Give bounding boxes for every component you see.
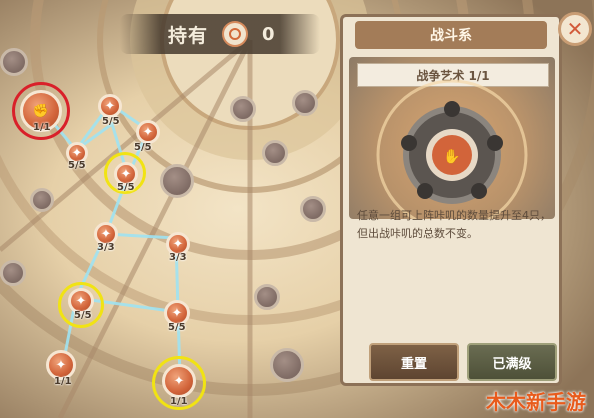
watermark-text: 木木新手游 bbox=[486, 389, 586, 414]
node-level: 5/5 bbox=[168, 322, 186, 333]
node-icon: ✦ bbox=[171, 305, 183, 321]
locked-node[interactable] bbox=[270, 348, 304, 382]
maxed-level-button[interactable]: 已满级 bbox=[467, 343, 557, 381]
svg-text:✋: ✋ bbox=[443, 148, 460, 165]
holding-count: 0 bbox=[262, 23, 275, 45]
node-level: 3/3 bbox=[169, 252, 187, 263]
skill-illustration: 战争艺术 1/1 ✋ bbox=[349, 57, 555, 219]
node-level: 5/5 bbox=[117, 182, 135, 193]
locked-node[interactable] bbox=[0, 260, 26, 286]
locked-node[interactable] bbox=[262, 140, 288, 166]
reset-button[interactable]: 重置 bbox=[369, 343, 459, 381]
node-icon: ✦ bbox=[104, 98, 116, 114]
skill-node-b[interactable]: ✦ bbox=[136, 120, 160, 144]
node-icon: ✦ bbox=[120, 166, 132, 182]
skill-detail-panel: 战斗系 战争艺术 1/1 ✋ 任意一组可上阵咔叽的数量提升至4只，但出战咔叽的总… bbox=[340, 14, 562, 386]
node-level: 1/1 bbox=[33, 122, 51, 133]
close-icon[interactable]: ✕ bbox=[558, 12, 592, 46]
locked-node[interactable] bbox=[0, 48, 28, 76]
node-level: 5/5 bbox=[68, 160, 86, 171]
holding-currency-bar: 持有 0 bbox=[120, 14, 320, 54]
locked-node[interactable] bbox=[292, 90, 318, 116]
node-level: 1/1 bbox=[54, 376, 72, 387]
node-icon: ✦ bbox=[173, 373, 185, 389]
locked-node[interactable] bbox=[160, 164, 194, 198]
locked-node[interactable] bbox=[300, 196, 326, 222]
node-icon: ✦ bbox=[75, 293, 87, 309]
node-level: 1/1 bbox=[170, 396, 188, 407]
panel-header: 战斗系 bbox=[355, 21, 547, 49]
node-icon: ✦ bbox=[55, 357, 67, 373]
skill-tree-screen: 持有 0 ✊ 1/1 ✦ 5/5 ✦ 5/5 ✦ 5/5 ✦ 5/5 ✦ 3/3… bbox=[0, 0, 594, 418]
panel-header-title: 战斗系 bbox=[430, 28, 472, 44]
node-icon: ✦ bbox=[100, 226, 112, 242]
locked-node[interactable] bbox=[30, 188, 54, 212]
node-level: 5/5 bbox=[74, 310, 92, 321]
coin-icon bbox=[222, 21, 249, 47]
locked-node[interactable] bbox=[230, 96, 256, 122]
node-icon: ✦ bbox=[142, 124, 154, 140]
locked-node[interactable] bbox=[254, 284, 280, 310]
node-icon: ✦ bbox=[172, 236, 184, 252]
skill-node-i[interactable]: ✦ bbox=[162, 364, 196, 398]
skill-description: 任意一组可上阵咔叽的数量提升至4只，但出战咔叽的总数不变。 bbox=[357, 209, 551, 240]
skill-node-top[interactable]: ✦ bbox=[98, 94, 122, 118]
node-level: 3/3 bbox=[97, 242, 115, 253]
node-icon: ✦ bbox=[71, 145, 83, 161]
holding-label: 持有 bbox=[168, 24, 209, 47]
node-level: 5/5 bbox=[102, 116, 120, 127]
node-level: 5/5 bbox=[134, 142, 152, 153]
skill-emblem-icon: ✋ bbox=[376, 79, 528, 219]
